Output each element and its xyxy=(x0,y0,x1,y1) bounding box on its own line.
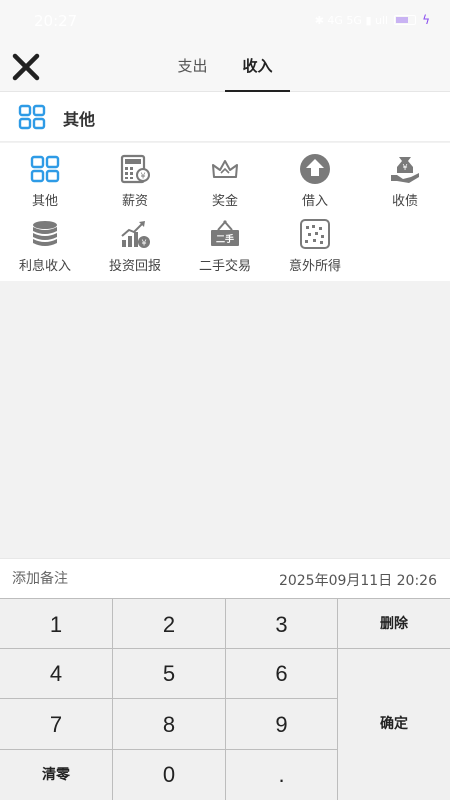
tab-income[interactable]: 收入 xyxy=(225,42,290,92)
category-windfall[interactable]: 意外所得 xyxy=(270,208,360,274)
surprise-box-icon xyxy=(300,219,330,249)
category-label: 其他 xyxy=(31,194,58,209)
status-bar: 20:27 ✱ 4G 5G ▮ ull ϟ xyxy=(0,0,450,42)
category-label: 收债 xyxy=(391,194,418,209)
note-row: 2025年09月11日 20:26 xyxy=(0,558,450,599)
network-indicators: ✱ 4G 5G ▮ ull xyxy=(314,13,389,27)
key-dot[interactable]: . xyxy=(226,750,338,800)
close-button[interactable] xyxy=(10,52,42,82)
keypad: 1 2 3 删除 4 5 6 7 8 9 确定 清零 0 . xyxy=(0,598,450,800)
coin-stack-icon xyxy=(33,221,57,246)
growth-chart-icon: ¥ xyxy=(121,221,150,248)
grid-icon xyxy=(18,104,46,130)
confirm-button[interactable]: 确定 xyxy=(338,649,450,800)
note-input[interactable] xyxy=(12,559,212,599)
key-9[interactable]: 9 xyxy=(226,699,338,750)
top-bar: 支出 收入 xyxy=(0,42,450,92)
grid-icon xyxy=(30,155,60,183)
key-5[interactable]: 5 xyxy=(113,649,226,699)
key-8[interactable]: 8 xyxy=(113,699,226,750)
category-second-hand[interactable]: 二手 二手交易 xyxy=(180,208,270,274)
delete-button[interactable]: 删除 xyxy=(338,598,450,649)
category-label: 投资回报 xyxy=(108,259,161,274)
key-7[interactable]: 7 xyxy=(0,699,113,750)
svg-text:¥: ¥ xyxy=(141,239,146,248)
status-indicators: ✱ 4G 5G ▮ ull ϟ xyxy=(315,13,430,27)
selected-category-row: 其他 xyxy=(0,92,450,142)
clear-button[interactable]: 清零 xyxy=(0,750,113,800)
key-6[interactable]: 6 xyxy=(226,649,338,699)
category-other[interactable]: 其他 xyxy=(0,143,90,209)
key-0[interactable]: 0 xyxy=(113,750,226,800)
type-tabs: 支出 收入 xyxy=(160,42,290,92)
svg-text:¥: ¥ xyxy=(402,163,407,172)
category-label: 薪资 xyxy=(121,194,148,209)
svg-text:¥: ¥ xyxy=(140,172,145,181)
key-3[interactable]: 3 xyxy=(226,598,338,649)
category-label: 借入 xyxy=(301,194,328,209)
close-icon xyxy=(12,53,40,81)
battery-icon xyxy=(394,15,417,25)
calculator-icon: ¥ xyxy=(120,154,150,184)
svg-text:二手: 二手 xyxy=(216,233,234,245)
category-salary[interactable]: ¥ 薪资 xyxy=(90,143,180,209)
tab-expense[interactable]: 支出 xyxy=(160,42,225,92)
category-label: 利息收入 xyxy=(18,259,71,274)
category-label: 意外所得 xyxy=(288,259,341,274)
category-interest[interactable]: 利息收入 xyxy=(0,208,90,274)
category-label: 二手交易 xyxy=(198,259,251,274)
category-borrow-in[interactable]: 借入 xyxy=(270,143,360,209)
category-label: 奖金 xyxy=(211,194,238,209)
datetime-selector[interactable]: 2025年09月11日 20:26 xyxy=(279,570,437,590)
category-collect-debt[interactable]: ¥ 收债 xyxy=(360,143,450,209)
category-investment-return[interactable]: ¥ 投资回报 xyxy=(90,208,180,274)
key-1[interactable]: 1 xyxy=(0,598,113,649)
hanging-sign-icon: 二手 xyxy=(211,220,239,246)
money-hand-icon: ¥ xyxy=(391,157,419,183)
status-time: 20:27 xyxy=(34,12,78,30)
selected-category-label: 其他 xyxy=(63,110,96,129)
charging-icon: ϟ xyxy=(422,13,430,27)
key-2[interactable]: 2 xyxy=(113,598,226,649)
category-grid: 其他 ¥ 薪资 奖金 借入 ¥ 收债 利息收入 ¥ 投资回报 二手 二手交易 意… xyxy=(0,143,450,281)
crown-icon xyxy=(212,160,238,178)
key-4[interactable]: 4 xyxy=(0,649,113,699)
category-bonus[interactable]: 奖金 xyxy=(180,143,270,209)
up-arrow-circle-icon xyxy=(300,154,330,184)
